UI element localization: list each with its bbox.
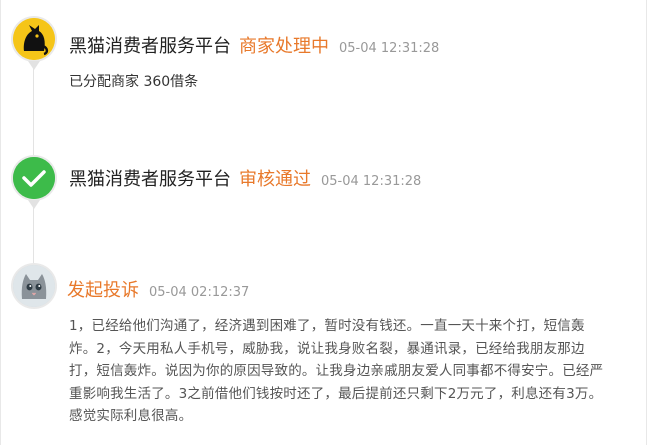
event-status: 审核通过 [239, 169, 311, 190]
complaint-body-line: 感觉实际利息很高。 [69, 408, 193, 424]
complaint-body-line: 重影响我生活了。3之前借他们钱按时还了，最后提前还只剩下2万元了，利息还有3万。 [69, 385, 603, 402]
node-pointer [28, 61, 40, 70]
complaint-header: 发起投诉 05-04 02:12:37 [67, 276, 249, 302]
event-1-header: 黑猫消费者服务平台 商家处理中 05-04 12:31:28 [69, 32, 439, 58]
event-detail: 已分配商家 360借条 [69, 74, 199, 90]
event-time: 05-04 12:31:28 [321, 174, 422, 189]
black-cat-logo-icon [13, 18, 55, 60]
event-2-header: 黑猫消费者服务平台 审核通过 05-04 12:31:28 [69, 165, 421, 191]
check-circle-icon [13, 157, 55, 199]
event-status: 商家处理中 [239, 36, 329, 57]
gray-cat-avatar-icon [13, 265, 55, 307]
complaint-title: 发起投诉 [67, 280, 139, 301]
event-time: 05-04 12:31:28 [339, 41, 440, 56]
node-pointer [28, 200, 40, 209]
complaint-body-line: 1，已经给他们沟通了，经济遇到困难了，暂时没有钱还。一直一天十来个打，短信轰 [69, 318, 585, 334]
complaint-time: 05-04 02:12:37 [149, 285, 250, 300]
complaint-timeline-card: 黑猫消费者服务平台 商家处理中 05-04 12:31:28 已分配商家 360… [0, 0, 647, 445]
complaint-body: 1，已经给他们沟通了，经济遇到困难了，暂时没有钱还。一直一天十来个打，短信轰 炸… [69, 315, 634, 428]
event-platform-name: 黑猫消费者服务平台 [69, 36, 231, 57]
complaint-body-line: 打，短信轰炸。说因为你的原因导致的。让我身边亲戚朋友爱人同事都不得安宁。已经严 [69, 363, 604, 379]
event-platform-name: 黑猫消费者服务平台 [69, 169, 231, 190]
complaint-body-line: 炸。2，今天用私人手机号，威胁我，说让我身败名裂，暴通讯录，已经给我朋友那边 [69, 340, 585, 357]
